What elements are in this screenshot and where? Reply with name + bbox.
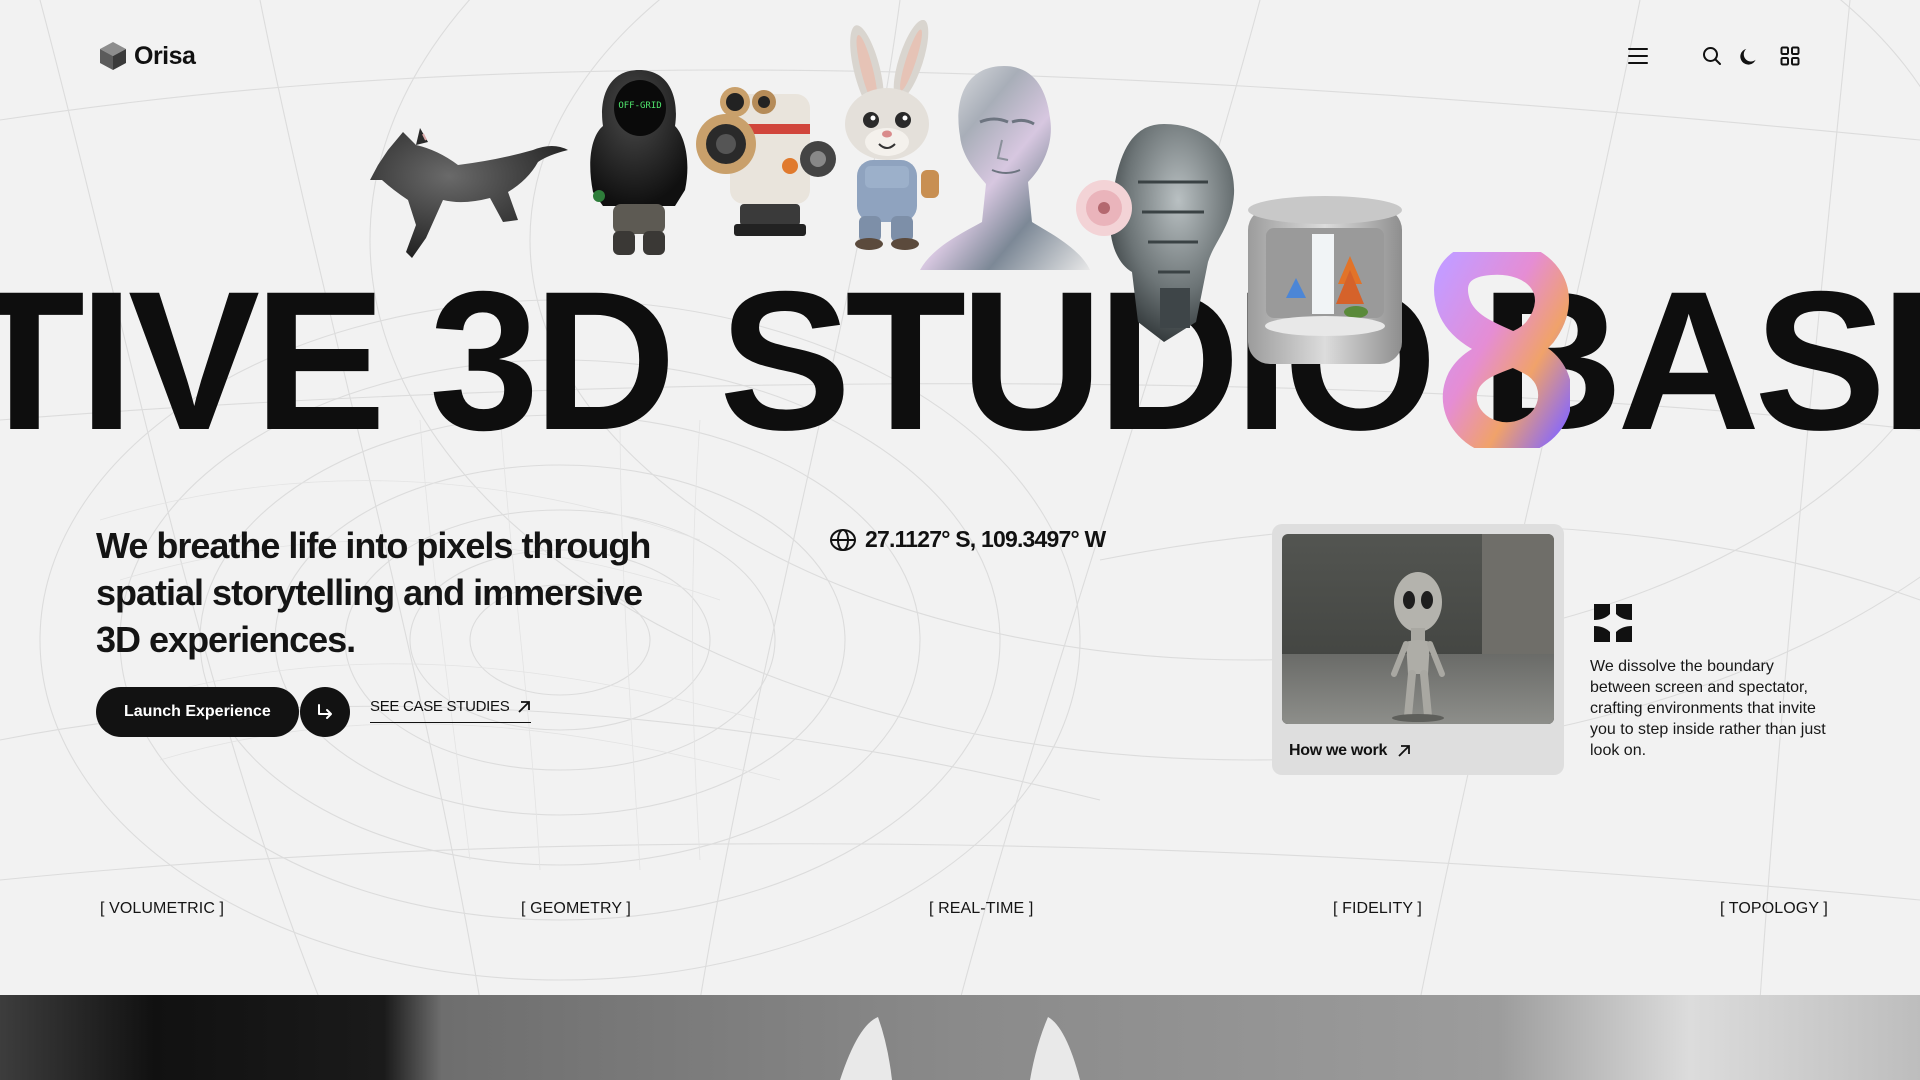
- launch-experience-button[interactable]: Launch Experience: [96, 687, 299, 737]
- running-cat-graphic: [370, 128, 568, 258]
- see-case-studies-link[interactable]: SEE CASE STUDIES: [370, 698, 532, 723]
- brand-name: Orisa: [134, 41, 196, 70]
- feature-tag: [ FIDELITY ]: [1333, 900, 1422, 917]
- bottom-showcase-image: [0, 995, 1920, 1080]
- search-icon[interactable]: [1700, 44, 1724, 68]
- globe-icon: [830, 528, 856, 551]
- grid-icon[interactable]: [1778, 44, 1802, 68]
- arrow-up-right-icon: [1398, 745, 1410, 757]
- page: Orisa TIVE 3D STUDIO BASE II OFF-GRID: [0, 0, 1920, 1080]
- robot-head-graphic: [1076, 124, 1235, 342]
- chrome-head-graphic: [920, 66, 1090, 270]
- twisted-loop-graphic: [1434, 252, 1570, 448]
- feature-tags: [ VOLUMETRIC ] [ GEOMETRY ] [ REAL-TIME …: [0, 900, 1920, 924]
- arrow-up-right-icon: [518, 700, 531, 713]
- coordinates: 27.1127° S, 109.3497° W: [829, 526, 1106, 553]
- alien-figure-image: [1282, 534, 1554, 724]
- diamond-cluster-icon: [1594, 604, 1632, 642]
- case-studies-label: SEE CASE STUDIES: [370, 698, 510, 715]
- screen-text: OFF-GRID: [618, 101, 661, 111]
- brand-logo[interactable]: Orisa: [98, 40, 196, 72]
- feature-tag: [ GEOMETRY ]: [521, 900, 631, 917]
- feature-tag: [ VOLUMETRIC ]: [100, 900, 225, 917]
- menu-icon[interactable]: [1626, 44, 1650, 68]
- return-arrow-icon: [317, 704, 332, 719]
- feature-tag: [ TOPOLOGY ]: [1720, 900, 1828, 917]
- waterfall-cylinder-graphic: [1248, 196, 1402, 364]
- hooded-figure-graphic: OFF-GRID: [590, 70, 688, 255]
- hero-headline: TIVE 3D STUDIO BASE II: [0, 250, 1920, 471]
- launch-cta: Launch Experience: [96, 687, 350, 737]
- studio-description: We dissolve the boundary between screen …: [1590, 658, 1826, 759]
- how-we-work-link[interactable]: How we work: [1289, 742, 1411, 760]
- feature-tag: [ REAL-TIME ]: [929, 900, 1034, 917]
- launch-arrow-button[interactable]: [299, 687, 350, 737]
- cube-logo-icon: [100, 42, 126, 70]
- hero-tagline: We breathe life into pixels through spat…: [96, 525, 651, 660]
- moon-icon[interactable]: [1738, 44, 1762, 68]
- how-we-work-card[interactable]: How we work: [1272, 524, 1564, 775]
- retro-camera-graphic: [696, 87, 836, 236]
- how-we-work-label: How we work: [1289, 742, 1388, 759]
- coordinates-text: 27.1127° S, 109.3497° W: [865, 526, 1106, 552]
